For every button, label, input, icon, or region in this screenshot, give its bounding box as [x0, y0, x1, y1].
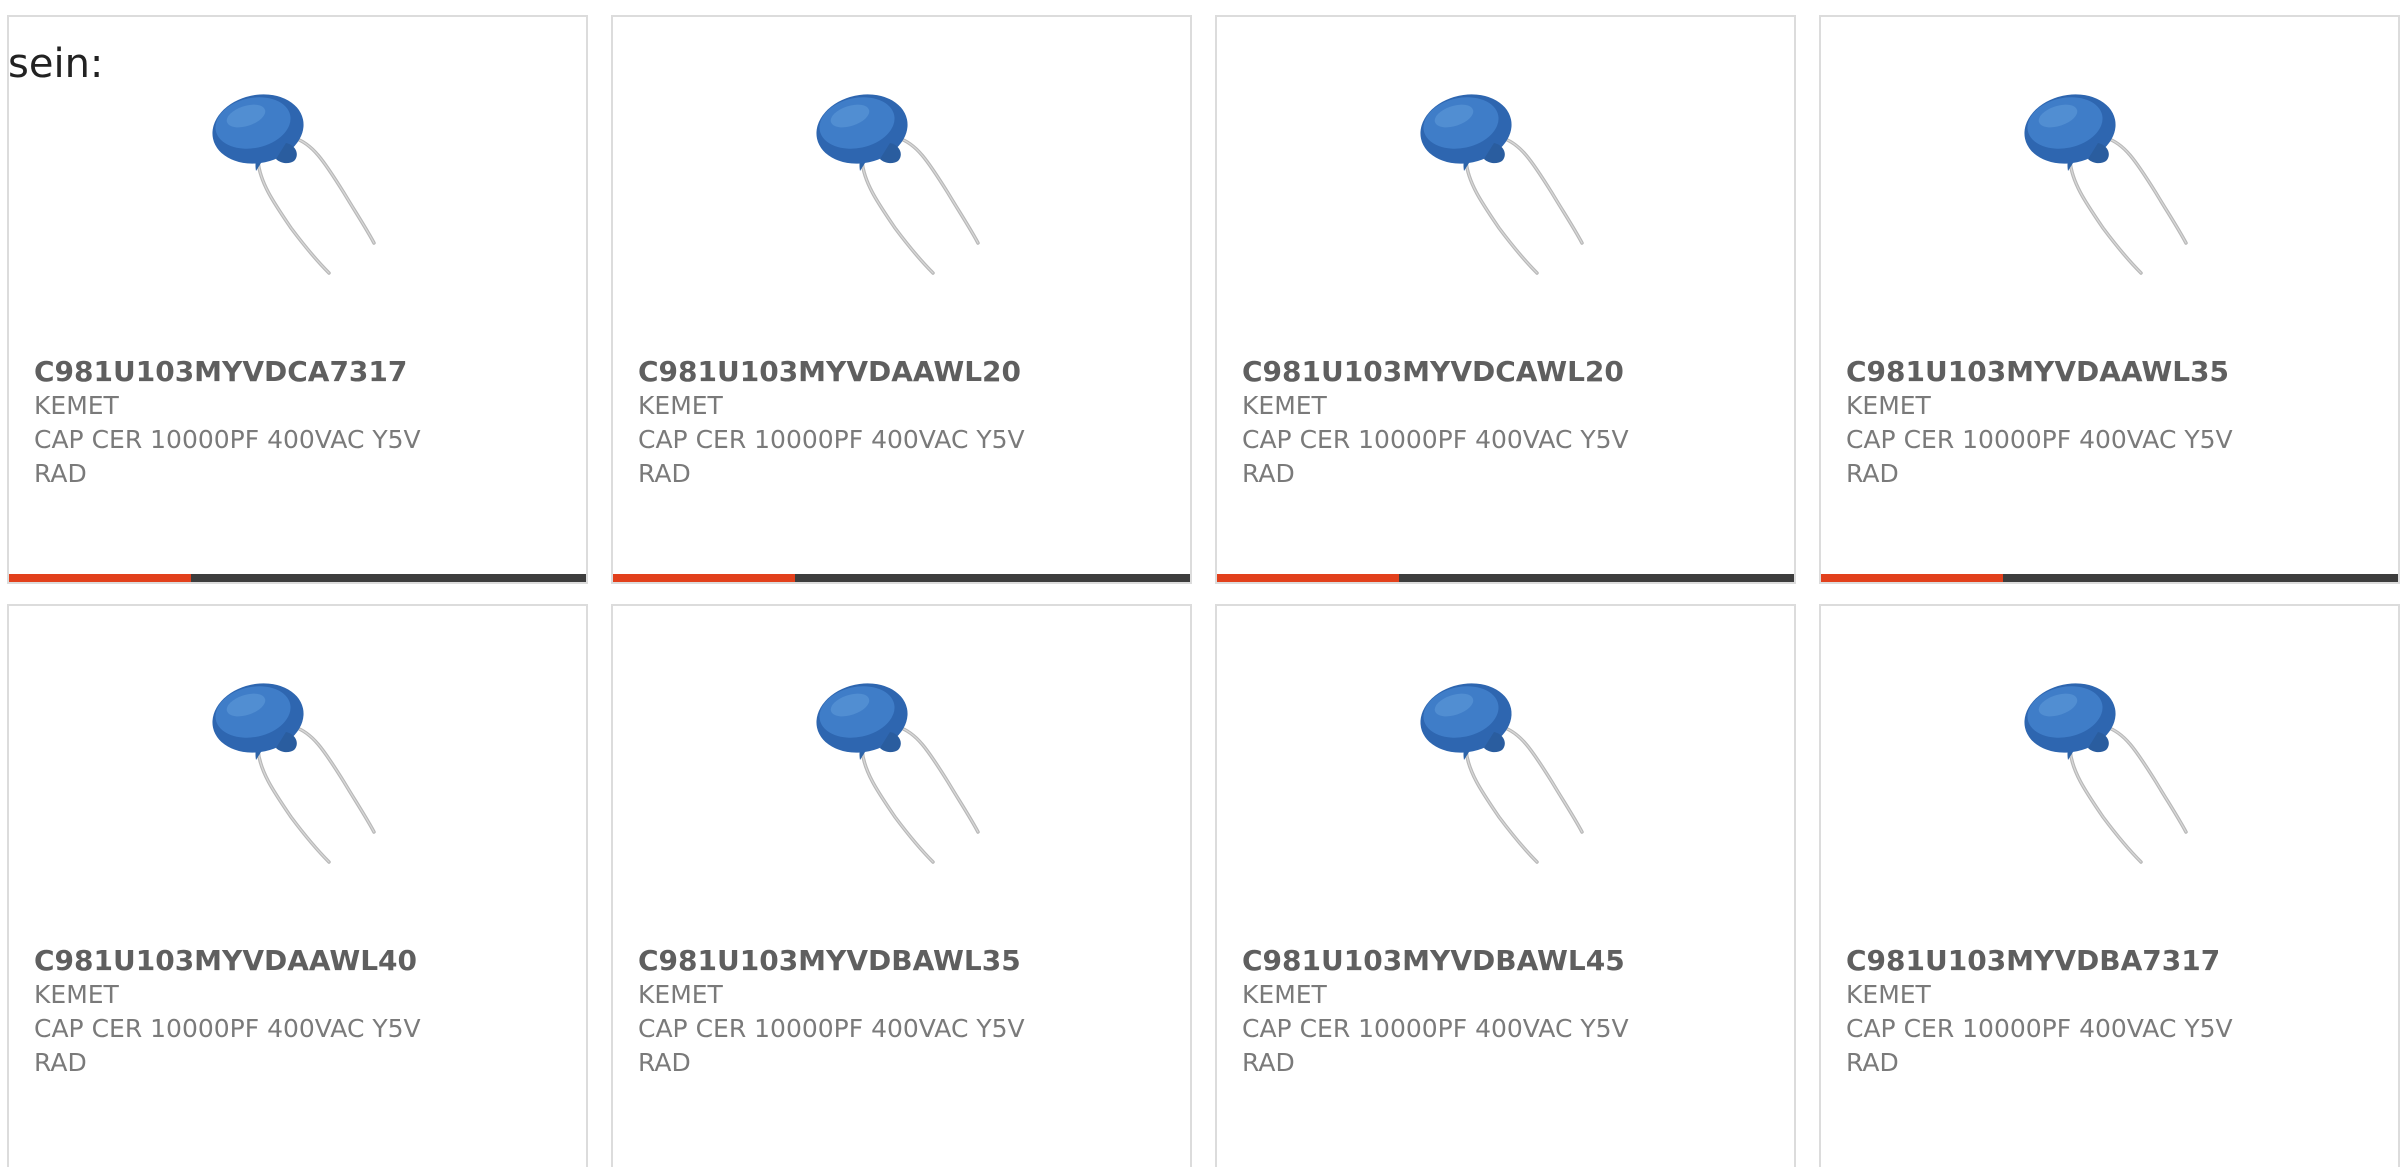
product-card[interactable]: C981U103MYVDBA7317 KEMET CAP CER 10000PF…: [1819, 604, 2400, 1167]
capacitor-image[interactable]: [2008, 83, 2218, 293]
part-number[interactable]: C981U103MYVDAAWL40: [34, 944, 494, 978]
product-card[interactable]: C981U103MYVDAAWL35 KEMET CAP CER 10000PF…: [1819, 15, 2400, 584]
product-description: CAP CER 10000PF 400VAC Y5V RAD: [1242, 1014, 1629, 1077]
manufacturer-name: KEMET: [1242, 391, 1327, 420]
ceramic-disc-capacitor-icon: [212, 683, 376, 864]
capacitor-image[interactable]: [1404, 83, 1614, 293]
product-info: C981U103MYVDBA7317 KEMET CAP CER 10000PF…: [1846, 944, 2306, 1080]
part-number[interactable]: C981U103MYVDCAWL20: [1242, 355, 1702, 389]
product-description: CAP CER 10000PF 400VAC Y5V RAD: [34, 1014, 421, 1077]
product-info: C981U103MYVDAAWL40 KEMET CAP CER 10000PF…: [34, 944, 494, 1080]
progress-bar-fill: [1821, 574, 2003, 582]
product-card[interactable]: C981U103MYVDBAWL45 KEMET CAP CER 10000PF…: [1215, 604, 1796, 1167]
manufacturer-name: KEMET: [638, 391, 723, 420]
product-info: C981U103MYVDAAWL20 KEMET CAP CER 10000PF…: [638, 355, 1098, 491]
ceramic-disc-capacitor-icon: [2024, 683, 2188, 864]
manufacturer-name: KEMET: [638, 980, 723, 1009]
manufacturer-name: KEMET: [34, 980, 119, 1009]
product-card[interactable]: C981U103MYVDAAWL40 KEMET CAP CER 10000PF…: [7, 604, 588, 1167]
part-number[interactable]: C981U103MYVDAAWL35: [1846, 355, 2306, 389]
part-number[interactable]: C981U103MYVDCA7317: [34, 355, 494, 389]
product-description: CAP CER 10000PF 400VAC Y5V RAD: [638, 425, 1025, 488]
capacitor-image[interactable]: [1404, 672, 1614, 882]
part-number[interactable]: C981U103MYVDAAWL20: [638, 355, 1098, 389]
progress-bar: [613, 574, 1190, 582]
capacitor-image[interactable]: [800, 83, 1010, 293]
progress-bar: [9, 574, 586, 582]
progress-bar-fill: [9, 574, 191, 582]
manufacturer-name: KEMET: [1242, 980, 1327, 1009]
progress-bar-fill: [613, 574, 795, 582]
progress-bar-fill: [1217, 574, 1399, 582]
product-card[interactable]: C981U103MYVDAAWL20 KEMET CAP CER 10000PF…: [611, 15, 1192, 584]
ceramic-disc-capacitor-icon: [816, 683, 980, 864]
ceramic-disc-capacitor-icon: [816, 94, 980, 275]
intro-text: sein:: [8, 41, 104, 87]
manufacturer-name: KEMET: [1846, 980, 1931, 1009]
product-card[interactable]: C981U103MYVDBAWL35 KEMET CAP CER 10000PF…: [611, 604, 1192, 1167]
product-info: C981U103MYVDBAWL45 KEMET CAP CER 10000PF…: [1242, 944, 1702, 1080]
capacitor-image[interactable]: [2008, 672, 2218, 882]
product-description: CAP CER 10000PF 400VAC Y5V RAD: [1242, 425, 1629, 488]
product-info: C981U103MYVDBAWL35 KEMET CAP CER 10000PF…: [638, 944, 1098, 1080]
progress-bar: [1217, 574, 1794, 582]
capacitor-image[interactable]: [800, 672, 1010, 882]
ceramic-disc-capacitor-icon: [2024, 94, 2188, 275]
product-description: CAP CER 10000PF 400VAC Y5V RAD: [34, 425, 421, 488]
part-number[interactable]: C981U103MYVDBA7317: [1846, 944, 2306, 978]
part-number[interactable]: C981U103MYVDBAWL45: [1242, 944, 1702, 978]
product-info: C981U103MYVDAAWL35 KEMET CAP CER 10000PF…: [1846, 355, 2306, 491]
part-number[interactable]: C981U103MYVDBAWL35: [638, 944, 1098, 978]
capacitor-image[interactable]: [196, 83, 406, 293]
ceramic-disc-capacitor-icon: [1420, 683, 1584, 864]
progress-bar: [1821, 574, 2398, 582]
product-description: CAP CER 10000PF 400VAC Y5V RAD: [1846, 1014, 2233, 1077]
manufacturer-name: KEMET: [1846, 391, 1931, 420]
product-description: CAP CER 10000PF 400VAC Y5V RAD: [638, 1014, 1025, 1077]
capacitor-image[interactable]: [196, 672, 406, 882]
ceramic-disc-capacitor-icon: [1420, 94, 1584, 275]
product-card[interactable]: C981U103MYVDCA7317 KEMET CAP CER 10000PF…: [7, 15, 588, 584]
ceramic-disc-capacitor-icon: [212, 94, 376, 275]
product-info: C981U103MYVDCAWL20 KEMET CAP CER 10000PF…: [1242, 355, 1702, 491]
product-grid-page: sein: C981U103MYVDCA7317 KEMET CAP CER 1…: [0, 0, 2400, 1167]
product-description: CAP CER 10000PF 400VAC Y5V RAD: [1846, 425, 2233, 488]
manufacturer-name: KEMET: [34, 391, 119, 420]
product-card[interactable]: C981U103MYVDCAWL20 KEMET CAP CER 10000PF…: [1215, 15, 1796, 584]
product-info: C981U103MYVDCA7317 KEMET CAP CER 10000PF…: [34, 355, 494, 491]
